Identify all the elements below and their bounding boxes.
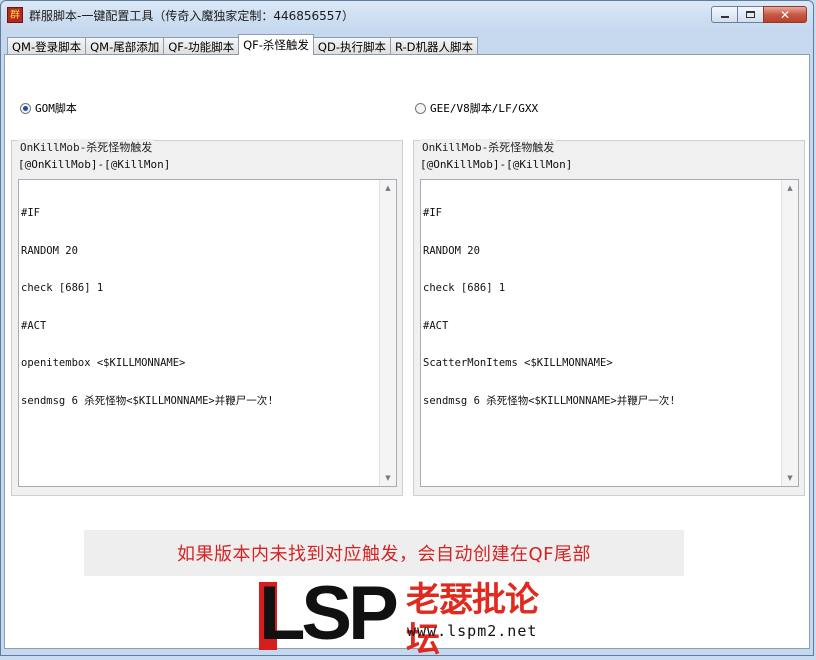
code-line: RANDOM 20 (423, 244, 480, 257)
radio-gom-indicator[interactable] (20, 102, 31, 114)
tab-bar: QM-登录脚本 QM-尾部添加 QF-功能脚本 QF-杀怪触发 QD-执行脚本 … (7, 34, 478, 55)
tab-qm-tail-append[interactable]: QM-尾部添加 (85, 37, 165, 55)
code-line: check [686] 1 (423, 282, 506, 294)
title-bar[interactable]: 群 群服脚本-一键配置工具（传奇入魔独家定制：446856557） ✕ (1, 1, 813, 31)
tab-qd-exec-script[interactable]: QD-执行脚本 (312, 37, 391, 55)
left-group-title: OnKillMob-杀死怪物触发 (18, 139, 155, 155)
left-trigger-group: OnKillMob-杀死怪物触发 [@OnKillMob]-[@KillMon]… (11, 139, 403, 496)
left-editor-scrollbar[interactable]: ▲ ▼ (379, 180, 396, 486)
right-script-text[interactable]: #IF RANDOM 20 check [686] 1 #ACT Scatter… (423, 182, 778, 432)
app-icon: 群 (7, 7, 23, 23)
logo-brand-text: LSP (259, 571, 399, 656)
code-line: sendmsg 6 杀死怪物<$KILLMONNAME>并鞭尸一次! (21, 394, 274, 407)
code-line: #IF (21, 207, 40, 219)
code-line: openitembox <$KILLMONNAME> (21, 357, 186, 369)
forum-watermark-logo: LSP 老瑟批论坛 www.lspm2.net (259, 571, 559, 660)
code-line: RANDOM 20 (21, 244, 78, 257)
window-title: 群服脚本-一键配置工具（传奇入魔独家定制：446856557） (29, 9, 355, 23)
radio-gom[interactable]: GOM脚本 (20, 100, 77, 116)
code-line: #ACT (21, 319, 47, 332)
logo-url: www.lspm2.net (407, 622, 538, 640)
minimize-button[interactable] (711, 6, 738, 23)
tab-qf-kill-trigger[interactable]: QF-杀怪触发 (238, 34, 314, 55)
code-line: #IF (423, 207, 442, 219)
right-script-editor[interactable]: #IF RANDOM 20 check [686] 1 #ACT Scatter… (420, 179, 799, 487)
radio-gee-label: GEE/V8脚本/LF/GXX (430, 102, 539, 115)
right-trigger-group: OnKillMob-杀死怪物触发 [@OnKillMob]-[@KillMon]… (413, 139, 805, 496)
code-line: #ACT (423, 319, 449, 332)
right-editor-scrollbar[interactable]: ▲ ▼ (781, 180, 798, 486)
left-group-label: [@OnKillMob]-[@KillMon] (18, 158, 171, 171)
right-group-title: OnKillMob-杀死怪物触发 (420, 139, 557, 155)
minimize-icon (720, 16, 729, 18)
scroll-down-arrow-icon[interactable]: ▼ (782, 470, 798, 486)
left-script-text[interactable]: #IF RANDOM 20 check [686] 1 #ACT openite… (21, 182, 376, 432)
tab-qf-function-script[interactable]: QF-功能脚本 (163, 37, 240, 55)
tab-qm-login-script[interactable]: QM-登录脚本 (7, 37, 87, 55)
close-button[interactable]: ✕ (763, 6, 807, 23)
logo-forum-name: 老瑟批论坛 (406, 580, 539, 660)
tab-page: GOM脚本 GEE/V8脚本/LF/GXX OnKillMob-杀死怪物触发 [… (4, 54, 810, 660)
scroll-up-arrow-icon[interactable]: ▲ (782, 180, 798, 196)
radio-gee-indicator[interactable] (415, 102, 426, 114)
code-line: check [686] 1 (21, 282, 104, 294)
code-line: sendmsg 6 杀死怪物<$KILLMONNAME>并鞭尸一次! (423, 394, 676, 407)
left-script-editor[interactable]: #IF RANDOM 20 check [686] 1 #ACT openite… (18, 179, 397, 487)
scroll-up-arrow-icon[interactable]: ▲ (380, 180, 396, 196)
close-icon: ✕ (779, 7, 791, 22)
window-controls: ✕ (711, 6, 807, 23)
radio-gom-label: GOM脚本 (35, 102, 77, 115)
code-line: ScatterMonItems <$KILLMONNAME> (423, 357, 613, 369)
radio-gee[interactable]: GEE/V8脚本/LF/GXX (415, 100, 538, 116)
tab-rd-robot-script[interactable]: R-D机器人脚本 (389, 37, 478, 55)
maximize-button[interactable] (737, 6, 764, 23)
notice-message: 如果版本内未找到对应触发，会自动创建在QF尾部 (84, 530, 684, 576)
right-group-label: [@OnKillMob]-[@KillMon] (420, 158, 573, 171)
app-window: 群 群服脚本-一键配置工具（传奇入魔独家定制：446856557） ✕ QM-登… (0, 0, 814, 660)
maximize-icon (746, 11, 755, 18)
scroll-down-arrow-icon[interactable]: ▼ (380, 470, 396, 486)
